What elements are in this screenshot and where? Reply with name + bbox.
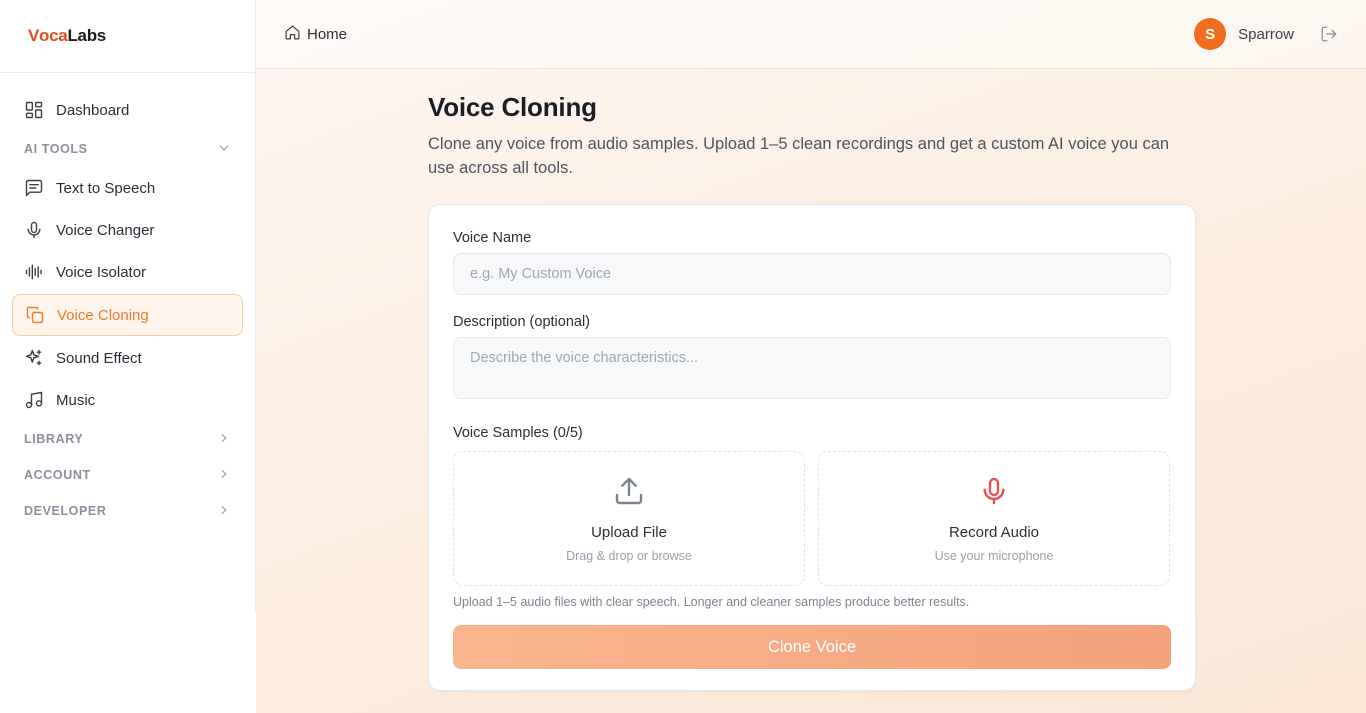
sidebar-nav: Dashboard AI TOOLS Text to Speech Voice … — [0, 73, 255, 529]
waveform-icon — [24, 262, 44, 282]
music-note-icon — [24, 390, 44, 410]
section-library[interactable]: LIBRARY — [12, 421, 243, 457]
sidebar-item-label: Voice Cloning — [57, 306, 149, 324]
sidebar-item-voice-isolator[interactable]: Voice Isolator — [12, 251, 243, 293]
vocalabs-logo[interactable]: Voca Labs — [28, 26, 106, 46]
sidebar-item-label: Sound Effect — [56, 349, 142, 367]
upload-file-title: Upload File — [591, 523, 667, 541]
sidebar-item-label: Voice Isolator — [56, 263, 147, 281]
sidebar-item-voice-cloning[interactable]: Voice Cloning — [12, 294, 243, 336]
sidebar-item-dashboard[interactable]: Dashboard — [12, 89, 243, 131]
record-audio-title: Record Audio — [948, 523, 1040, 541]
description-textarea[interactable] — [453, 337, 1171, 399]
microphone-icon — [978, 475, 1010, 512]
top-bar: Home S Sparrow — [256, 0, 1366, 69]
chevron-right-icon — [217, 503, 231, 520]
copy-icon — [25, 305, 45, 325]
voice-clone-form: Voice Name Description (optional) Voice … — [428, 204, 1196, 691]
page-title: Voice Cloning — [428, 92, 597, 122]
sparkles-icon — [24, 348, 44, 368]
message-square-icon — [24, 178, 44, 198]
upload-file-subtitle: Drag & drop or browse — [566, 548, 692, 563]
sidebar-item-voice-changer[interactable]: Voice Changer — [12, 209, 243, 251]
sidebar-item-label: Voice Changer — [56, 221, 155, 239]
chevron-right-icon — [217, 431, 231, 448]
section-developer[interactable]: DEVELOPER — [12, 493, 243, 529]
voice-name-input[interactable] — [453, 253, 1171, 295]
upload-file-dropzone[interactable]: Upload File Drag & drop or browse — [453, 451, 805, 586]
chevron-right-icon — [217, 467, 231, 484]
section-ai-tools[interactable]: AI TOOLS — [12, 131, 243, 167]
sidebar-item-label: Music — [56, 391, 96, 409]
sidebar-item-text-to-speech[interactable]: Text to Speech — [12, 167, 243, 209]
sidebar-item-label: Text to Speech — [56, 179, 156, 197]
sidebar-bottom-area — [0, 613, 256, 713]
sidebar: Voca Labs Dashboard AI TOOLS Text to Spee… — [0, 0, 256, 613]
user-menu: S Sparrow — [1194, 18, 1338, 50]
sidebar-item-label: Dashboard — [56, 101, 130, 119]
record-audio-dropzone[interactable]: Record Audio Use your microphone — [818, 451, 1170, 586]
sidebar-item-music[interactable]: Music — [12, 379, 243, 421]
voice-samples: Upload File Drag & drop or browse Record… — [453, 451, 1171, 586]
breadcrumb[interactable]: Home — [284, 24, 347, 45]
grid-icon — [24, 100, 44, 120]
upload-icon — [613, 475, 645, 512]
logo-area: Voca Labs — [0, 0, 255, 73]
clone-voice-button[interactable]: Clone Voice — [453, 625, 1171, 669]
voice-samples-label: Voice Samples (0/5) — [453, 425, 583, 441]
description-label: Description (optional) — [453, 314, 591, 330]
sidebar-item-sound-effect[interactable]: Sound Effect — [12, 337, 243, 379]
home-icon — [284, 24, 307, 45]
page-description: Clone any voice from audio samples. Uplo… — [428, 135, 1170, 177]
username: Sparrow — [1238, 25, 1294, 43]
microphone-icon — [24, 220, 44, 240]
voice-name-label: Voice Name — [453, 230, 532, 246]
avatar[interactable]: S — [1194, 18, 1227, 50]
main-content: Voice Cloning Clone any voice from audio… — [428, 92, 1196, 691]
chevron-down-icon — [217, 141, 231, 158]
breadcrumb-home: Home — [307, 25, 348, 43]
record-audio-subtitle: Use your microphone — [934, 548, 1054, 563]
section-account[interactable]: ACCOUNT — [12, 457, 243, 493]
logout-icon[interactable] — [1320, 25, 1338, 43]
samples-hint: Upload 1–5 audio files with clear speech… — [453, 595, 970, 609]
